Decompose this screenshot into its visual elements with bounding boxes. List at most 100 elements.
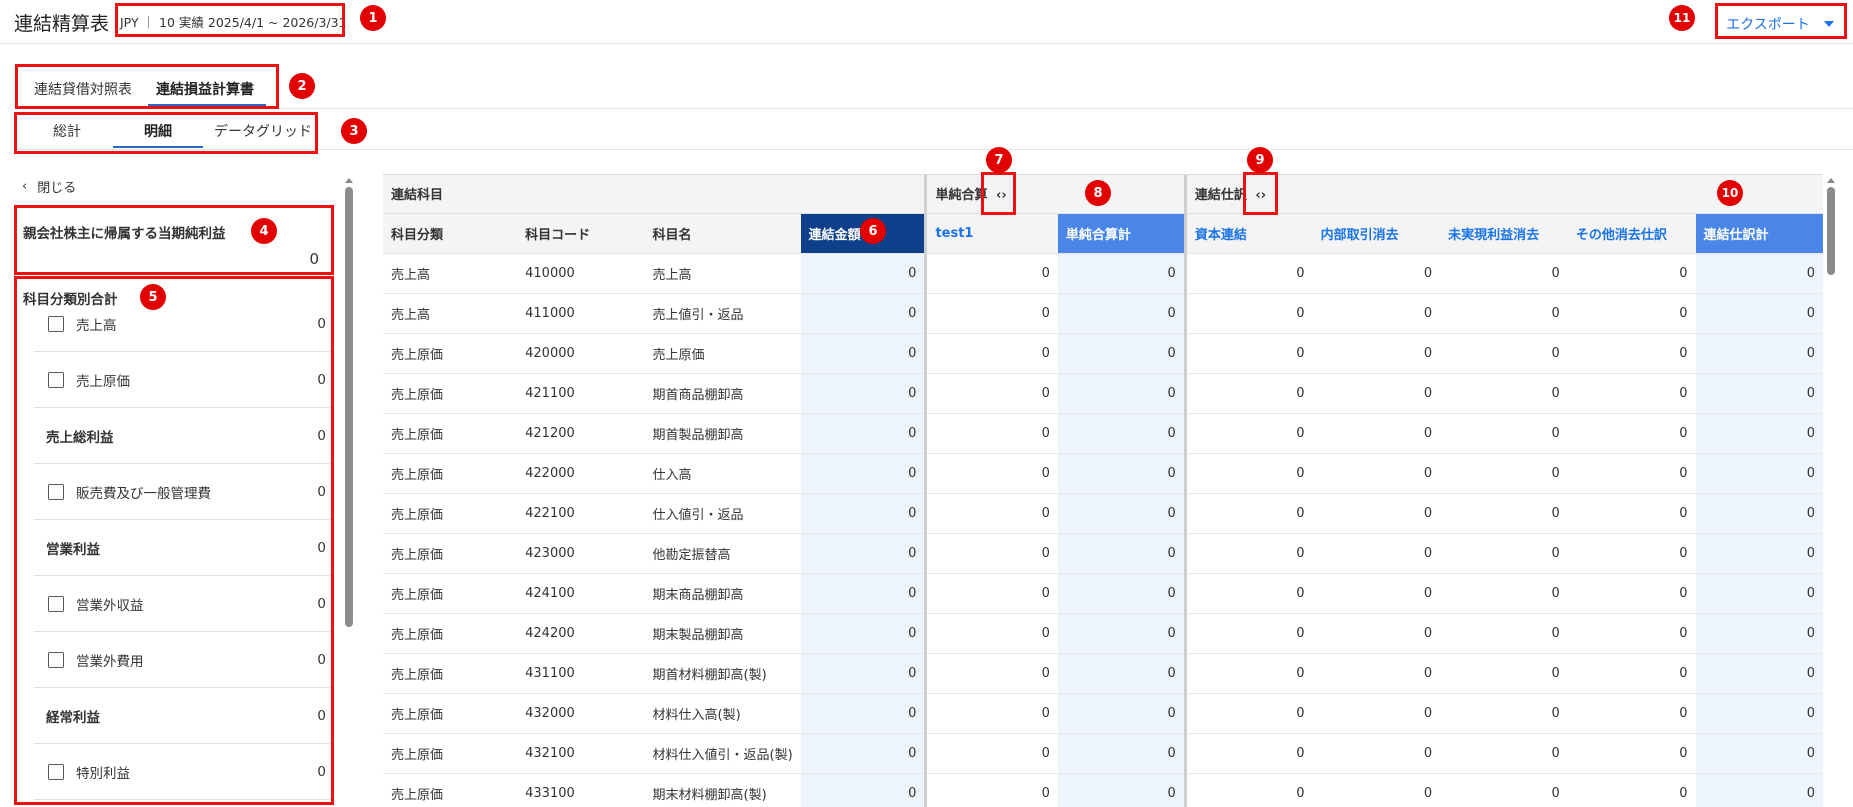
table-row[interactable]: 売上高 411000 売上値引・返品 0 0 0 0 0 0 0 0	[383, 293, 1823, 334]
close-panel-button[interactable]: ‹ 閉じる	[22, 177, 76, 196]
col-test1[interactable]: test1	[925, 213, 1058, 254]
checkbox[interactable]	[48, 315, 64, 332]
expand-collapse-icon[interactable]: ‹›	[996, 188, 1007, 203]
table-row[interactable]: 売上原価 424200 期末製品棚卸高 0 0 0 0 0 0 0 0	[383, 613, 1823, 654]
amount-cell: 0	[1567, 493, 1696, 534]
col-other-elimination[interactable]: その他消去仕訳	[1567, 213, 1696, 254]
amount-cell: 0	[925, 293, 1058, 334]
amount-cell: 0	[1312, 733, 1441, 774]
category-item[interactable]: 売上原価 0	[34, 352, 332, 408]
category-item-text: 営業外費用	[76, 653, 144, 670]
amount-cell: 0	[1057, 533, 1187, 574]
amount-cell: 0	[1440, 293, 1568, 334]
col-simple-sum-total[interactable]: 単純合算計	[1057, 213, 1187, 254]
amount-cell: 0	[1567, 453, 1696, 494]
table-row[interactable]: 売上原価 423000 他勘定振替高 0 0 0 0 0 0 0 0	[383, 533, 1823, 574]
amount-cell: 0	[1185, 653, 1313, 694]
chevron-left-icon: ‹	[22, 179, 28, 194]
table-cell: 売上高	[383, 293, 518, 334]
col-intercompany-elimination[interactable]: 内部取引消去	[1312, 213, 1441, 254]
table-cell: 431100	[517, 653, 645, 694]
tab-income-statement[interactable]: 連結損益計算書	[150, 79, 260, 99]
grid-scrollbar[interactable]	[1825, 174, 1837, 807]
category-item-value: 0	[317, 315, 326, 332]
category-item[interactable]: 販売費及び一般管理費 0	[34, 464, 332, 520]
table-row[interactable]: 売上原価 433100 期末材料棚卸高(製) 0 0 0 0 0 0 0 0	[383, 773, 1823, 807]
table-cell: 売上原価	[383, 573, 518, 614]
sidebar-scrollbar[interactable]	[344, 176, 354, 806]
col-unrealized-profit-elimination[interactable]: 未実現利益消去	[1440, 213, 1568, 254]
table-row[interactable]: 売上原価 420000 売上原価 0 0 0 0 0 0 0 0	[383, 333, 1823, 374]
table-cell: 433100	[517, 773, 645, 807]
amount-cell: 0	[1440, 333, 1568, 374]
table-row[interactable]: 売上原価 422000 仕入高 0 0 0 0 0 0 0 0	[383, 453, 1823, 494]
category-item-label: 売上高	[34, 314, 117, 334]
table-row[interactable]: 売上原価 431100 期首材料棚卸高(製) 0 0 0 0 0 0 0 0	[383, 653, 1823, 694]
amount-cell: 0	[1567, 333, 1696, 374]
table-cell: 432000	[517, 693, 645, 734]
table-cell: 他勘定振替高	[644, 533, 801, 574]
amount-cell: 0	[1312, 373, 1441, 414]
amount-cell: 0	[1440, 653, 1568, 694]
table-row[interactable]: 売上原価 432000 材料仕入高(製) 0 0 0 0 0 0 0 0	[383, 693, 1823, 734]
category-item[interactable]: 営業外費用 0	[34, 632, 332, 688]
table-row[interactable]: 売上原価 421100 期首商品棚卸高 0 0 0 0 0 0 0 0	[383, 373, 1823, 414]
amount-cell: 0	[1185, 533, 1313, 574]
category-item[interactable]: 営業外収益 0	[34, 576, 332, 632]
table-cell: 仕入値引・返品	[644, 493, 801, 534]
tab-balance-sheet[interactable]: 連結貸借対照表	[28, 79, 138, 99]
col-category[interactable]: 科目分類	[383, 213, 518, 254]
col-code[interactable]: 科目コード	[517, 213, 645, 254]
table-cell: 期首材料棚卸高(製)	[644, 653, 801, 694]
amount-cell: 0	[1695, 453, 1823, 494]
amount-cell: 0	[1312, 333, 1441, 374]
marker-badge: 4	[251, 218, 277, 244]
checkbox[interactable]	[48, 595, 64, 612]
tab-divider	[16, 108, 1853, 109]
amount-cell: 0	[1440, 573, 1568, 614]
amount-cell: 0	[1567, 733, 1696, 774]
amount-cell: 0	[1695, 293, 1823, 334]
checkbox[interactable]	[48, 651, 64, 668]
category-item[interactable]: 売上高 0	[34, 296, 332, 352]
table-cell: 売上原価	[383, 333, 518, 374]
tab-underline	[148, 104, 266, 106]
subtab-total[interactable]: 総計	[22, 121, 112, 141]
expand-collapse-icon[interactable]: ‹›	[1255, 188, 1266, 203]
col-capital-consolidation[interactable]: 資本連結	[1185, 213, 1313, 254]
amount-cell: 0	[800, 293, 928, 334]
subtab-datagrid[interactable]: データグリッド	[208, 121, 318, 141]
amount-cell: 0	[1185, 413, 1313, 454]
amount-cell: 0	[925, 733, 1058, 774]
table-cell: 411000	[517, 293, 645, 334]
table-cell: 422100	[517, 493, 645, 534]
subtab-detail[interactable]: 明細	[113, 121, 203, 141]
category-item[interactable]: 特別利益 0	[34, 744, 332, 800]
category-item-value: 0	[317, 763, 326, 780]
amount-cell: 0	[1057, 373, 1187, 414]
marker-badge: 5	[140, 284, 166, 310]
checkbox[interactable]	[48, 763, 64, 780]
table-row[interactable]: 売上原価 421200 期首製品棚卸高 0 0 0 0 0 0 0 0	[383, 413, 1823, 454]
amount-cell: 0	[1567, 373, 1696, 414]
checkbox[interactable]	[48, 483, 64, 500]
col-name[interactable]: 科目名	[644, 213, 801, 254]
period-selector[interactable]: JPY ｜ 10 実績 2025/4/1 ~ 2026/3/31	[120, 12, 347, 31]
table-row[interactable]: 売上高 410000 売上高 0 0 0 0 0 0 0 0	[383, 253, 1823, 294]
checkbox[interactable]	[48, 371, 64, 388]
amount-cell: 0	[1185, 453, 1313, 494]
amount-cell: 0	[925, 653, 1058, 694]
table-cell: 410000	[517, 253, 645, 294]
amount-cell: 0	[1695, 333, 1823, 374]
table-row[interactable]: 売上原価 424100 期末商品棚卸高 0 0 0 0 0 0 0 0	[383, 573, 1823, 614]
amount-cell: 0	[1567, 533, 1696, 574]
col-elimination-total[interactable]: 連結仕訳計	[1695, 213, 1823, 254]
category-item-label: 売上原価	[34, 370, 130, 390]
export-button[interactable]: エクスポート	[1715, 11, 1845, 36]
amount-cell: 0	[1695, 653, 1823, 694]
table-row[interactable]: 売上原価 432100 材料仕入値引・返品(製) 0 0 0 0 0 0 0 0	[383, 733, 1823, 774]
subtab-underline	[113, 146, 203, 148]
table-row[interactable]: 売上原価 422100 仕入値引・返品 0 0 0 0 0 0 0 0	[383, 493, 1823, 534]
marker-badge: 7	[986, 147, 1012, 173]
amount-cell: 0	[1695, 613, 1823, 654]
